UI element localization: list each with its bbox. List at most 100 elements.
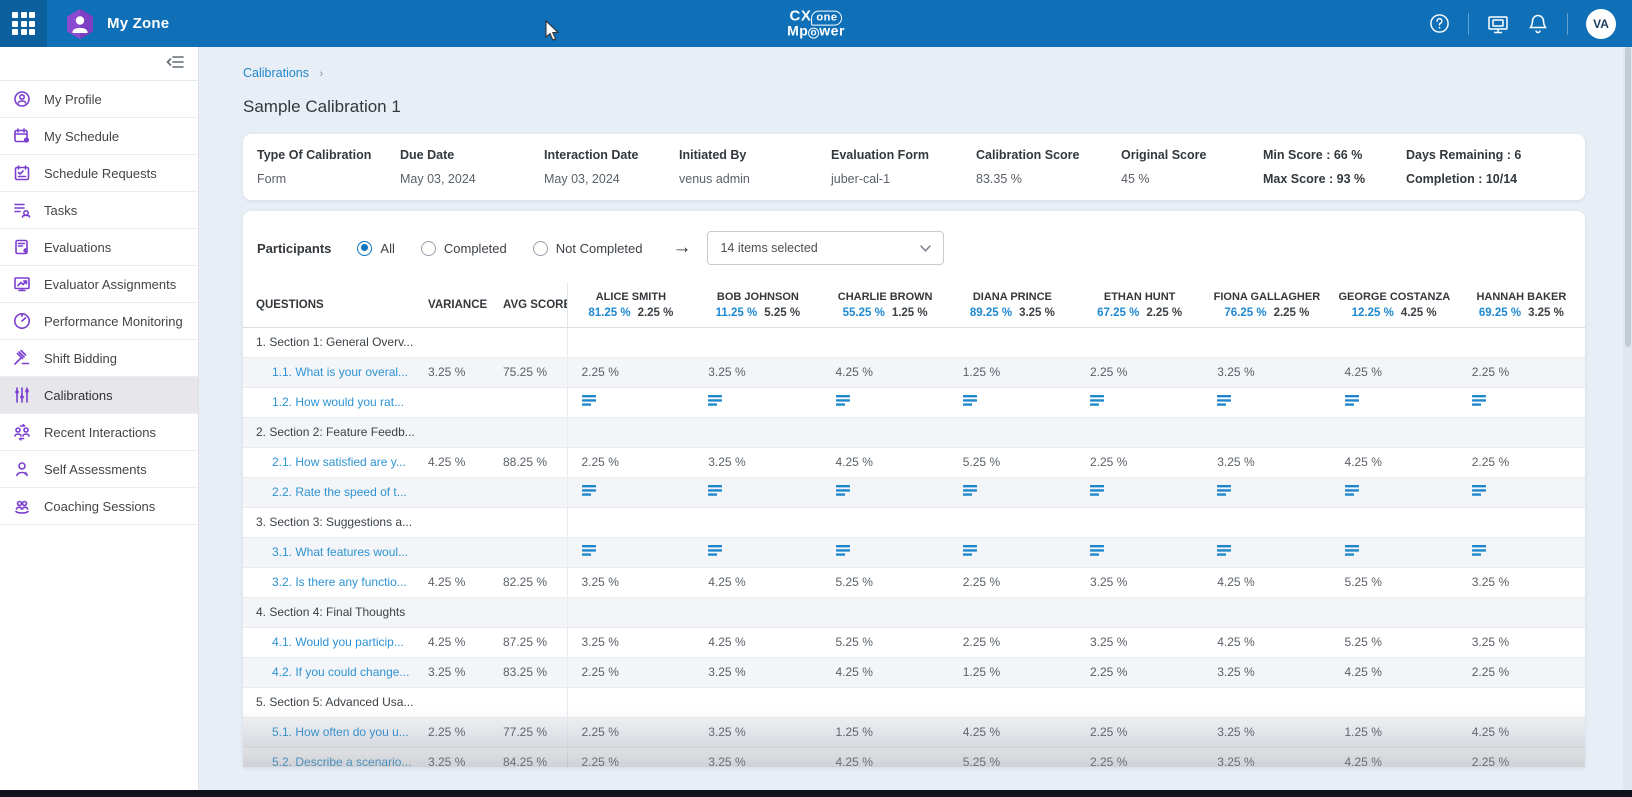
participant-score: 89.25 % <box>970 307 1012 319</box>
section-label: 3. Section 3: Suggestions a... <box>243 507 420 537</box>
app-launcher-button[interactable] <box>0 0 47 47</box>
sidebar-item-my-profile[interactable]: My Profile <box>0 81 198 118</box>
sidebar-item-shift-bidding[interactable]: Shift Bidding <box>0 340 198 377</box>
comments-icon[interactable] <box>1345 545 1360 560</box>
participants-dropdown-value: 14 items selected <box>720 241 817 255</box>
comments-icon[interactable] <box>708 545 723 560</box>
comments-icon[interactable] <box>1472 545 1487 560</box>
question-link[interactable]: 3.1. What features woul... <box>272 545 408 559</box>
column-header-variance: VARIANCE <box>420 283 495 327</box>
sidebar-item-label: My Profile <box>44 92 102 107</box>
question-link[interactable]: 3.2. Is there any functio... <box>272 575 407 589</box>
comments-icon[interactable] <box>1090 395 1105 410</box>
participant-score: 67.25 % <box>1097 307 1139 319</box>
comments-icon[interactable] <box>963 545 978 560</box>
sidebar-item-label: Tasks <box>44 203 77 218</box>
participant-score-value: 5.25 % <box>1331 627 1458 657</box>
sidebar-item-tasks[interactable]: Tasks <box>0 192 198 229</box>
participant-score-value: 3.25 % <box>1458 627 1585 657</box>
sidebar-item-label: My Schedule <box>44 129 119 144</box>
sidebar-item-label: Calibrations <box>44 388 113 403</box>
radio-all[interactable]: All <box>357 241 394 256</box>
radio-circle-icon <box>533 241 548 256</box>
participant-score-value: 3.25 % <box>1203 447 1330 477</box>
avg-score-value <box>495 537 567 567</box>
comments-icon[interactable] <box>963 395 978 410</box>
question-link[interactable]: 5.1. How often do you u... <box>272 725 409 739</box>
cxone-mpower-logo: CXone Mpower <box>787 8 845 39</box>
participant-score-value: 4.25 % <box>949 717 1076 747</box>
sidebar-item-schedule-requests[interactable]: Schedule Requests <box>0 155 198 192</box>
sidebar: My Profile My Schedule Schedule Requests Ta… <box>0 47 199 797</box>
breadcrumb-calibrations-link[interactable]: Calibrations <box>243 66 309 80</box>
comments-icon[interactable] <box>836 395 851 410</box>
comments-icon[interactable] <box>708 485 723 500</box>
comments-icon[interactable] <box>582 545 597 560</box>
participant-score-value: 4.25 % <box>1331 447 1458 477</box>
comments-icon[interactable] <box>582 485 597 500</box>
question-link[interactable]: 5.2. Describe a scenario... <box>272 755 411 767</box>
comments-icon[interactable] <box>1345 485 1360 500</box>
comments-icon[interactable] <box>1472 395 1487 410</box>
sidebar-item-label: Evaluations <box>44 240 111 255</box>
screen-share-icon[interactable] <box>1487 13 1509 35</box>
radio-not-completed[interactable]: Not Completed <box>533 241 643 256</box>
top-bar: My Zone CXone Mpower VA <box>0 0 1632 47</box>
participant-score-value: 3.25 % <box>694 357 821 387</box>
sidebar-item-calibrations[interactable]: Calibrations <box>0 377 198 414</box>
comments-icon[interactable] <box>1217 485 1232 500</box>
info-field-interaction-date: Interaction DateMay 03, 2024 <box>544 148 679 186</box>
main-content: Calibrations › Sample Calibration 1 Type… <box>199 47 1632 797</box>
comments-icon[interactable] <box>1090 545 1105 560</box>
question-link[interactable]: 4.2. If you could change... <box>272 665 409 679</box>
comments-icon[interactable] <box>1217 395 1232 410</box>
question-link[interactable]: 1.2. How would you rat... <box>272 395 404 409</box>
sidebar-item-evaluator-assignments[interactable]: Evaluator Assignments <box>0 266 198 303</box>
radio-circle-icon <box>421 241 436 256</box>
sidebar-item-my-schedule[interactable]: My Schedule <box>0 118 198 155</box>
question-link[interactable]: 2.1. How satisfied are y... <box>272 455 406 469</box>
comments-icon[interactable] <box>836 545 851 560</box>
comments-icon[interactable] <box>1472 485 1487 500</box>
comments-icon[interactable] <box>1345 395 1360 410</box>
comments-icon[interactable] <box>708 395 723 410</box>
section-label: 5. Section 5: Advanced Usa... <box>243 687 420 717</box>
section-label: 2. Section 2: Feature Feedb... <box>243 417 420 447</box>
question-link[interactable]: 4.1. Would you particip... <box>272 635 404 649</box>
comments-icon[interactable] <box>1090 485 1105 500</box>
sidebar-item-recent-interactions[interactable]: Recent Interactions <box>0 414 198 451</box>
help-icon[interactable] <box>1428 13 1450 35</box>
sidebar-item-self-assessments[interactable]: Self Assessments <box>0 451 198 488</box>
comments-icon[interactable] <box>582 395 597 410</box>
participant-score: 76.25 % <box>1224 307 1266 319</box>
sidebar-collapse-icon[interactable] <box>166 55 184 74</box>
question-link[interactable]: 1.1. What is your overal... <box>272 365 408 379</box>
variance-value: 4.25 % <box>420 447 495 477</box>
sidebar-item-evaluations[interactable]: Evaluations <box>0 229 198 266</box>
participants-dropdown[interactable]: 14 items selected <box>707 231 944 265</box>
comments-icon[interactable] <box>836 485 851 500</box>
participant-score: 81.25 % <box>588 307 630 319</box>
participant-score-value: 5.25 % <box>949 447 1076 477</box>
page-scrollbar[interactable] <box>1623 47 1632 790</box>
question-link[interactable]: 2.2. Rate the speed of t... <box>272 485 407 499</box>
variance-value: 4.25 % <box>420 627 495 657</box>
participant-score: 12.25 % <box>1352 307 1394 319</box>
participant-score-value: 2.25 % <box>1076 447 1203 477</box>
comments-icon[interactable] <box>1217 545 1232 560</box>
radio-completed[interactable]: Completed <box>421 241 507 256</box>
notifications-bell-icon[interactable] <box>1527 13 1549 35</box>
comments-icon[interactable] <box>963 485 978 500</box>
avg-score-value: 87.25 % <box>495 627 567 657</box>
participant-header: HANNAH BAKER69.25 %3.25 % <box>1458 283 1585 327</box>
participant-score-value: 3.25 % <box>1203 657 1330 687</box>
participant-score-value: 4.25 % <box>822 657 949 687</box>
sidebar-item-coaching-sessions[interactable]: Coaching Sessions <box>0 488 198 525</box>
my-profile-icon <box>13 90 31 108</box>
participant-variance: 2.25 % <box>638 307 674 319</box>
sidebar-item-performance-monitoring[interactable]: Performance Monitoring <box>0 303 198 340</box>
participant-score-value: 2.25 % <box>567 357 694 387</box>
user-avatar[interactable]: VA <box>1586 9 1616 39</box>
participant-variance: 2.25 % <box>1274 307 1310 319</box>
participant-score-value: 5.25 % <box>822 567 949 597</box>
